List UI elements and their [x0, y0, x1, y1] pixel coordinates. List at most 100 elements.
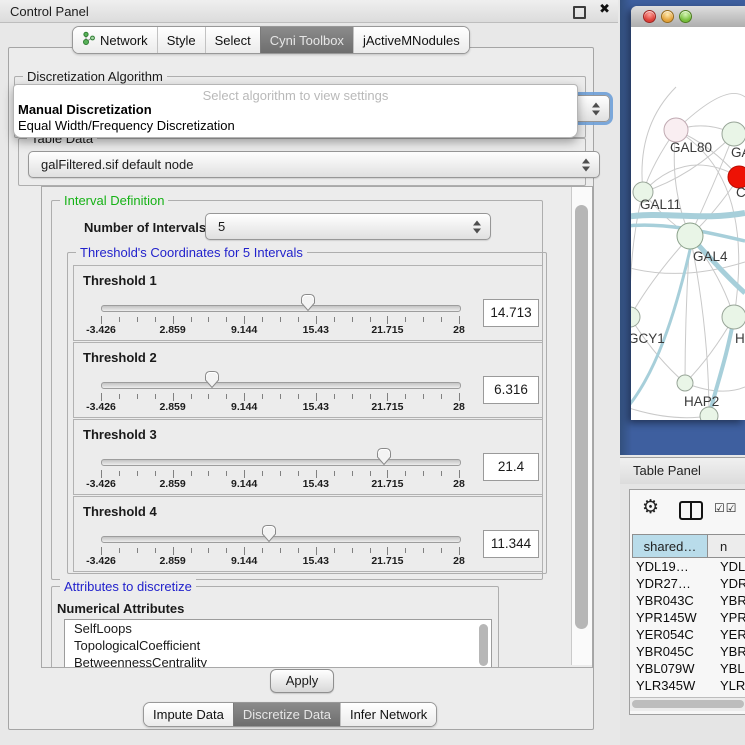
table-row[interactable]: YPR145WYPR1	[632, 609, 745, 626]
tab-discretize-data[interactable]: Discretize Data	[233, 703, 340, 726]
minimize-traffic-light[interactable]	[661, 10, 674, 23]
slider-tick	[441, 394, 442, 399]
numerical-attributes-list[interactable]: SelfLoopsTopologicalCoefficientBetweenne…	[64, 619, 492, 668]
slider-tick	[208, 317, 209, 322]
threshold-label: Threshold 2	[83, 350, 157, 365]
network-node[interactable]	[677, 375, 693, 391]
tab-select[interactable]: Select	[205, 27, 260, 53]
slider-tick	[280, 471, 281, 476]
slider-tick	[226, 394, 227, 399]
network-view-window: GAL80GACGAL11GAL4GCY1HHAP2	[631, 6, 745, 420]
table-panel-body: ⚙ ☑☑ shared…n YDL19…YDL1YDR27…YDR2YBR043…	[620, 484, 745, 745]
vertical-scrollbar-thumb[interactable]	[575, 205, 588, 629]
slider-tick	[191, 317, 192, 322]
threshold-value-field[interactable]: 11.344	[483, 530, 539, 558]
slider-thumb[interactable]	[376, 447, 392, 469]
slider-tick	[244, 470, 245, 478]
table-row[interactable]: YDL19…YDL1	[632, 558, 745, 575]
select-columns-icon[interactable]: ☑☑	[714, 501, 738, 515]
slider-tick	[101, 393, 102, 401]
table-row[interactable]: YLR345WYLR3	[632, 677, 745, 694]
list-scrollbar-thumb[interactable]	[479, 624, 488, 666]
network-node[interactable]	[722, 122, 745, 146]
table-cell: YLR345W	[632, 677, 708, 694]
slider-tick	[298, 471, 299, 476]
table-cell: YBL0	[708, 660, 745, 677]
tab-infer-network[interactable]: Infer Network	[340, 703, 436, 726]
control-panel-tabs: NetworkStyleSelectCyni Toolbox jActiveMNo…	[72, 26, 470, 54]
slider-tick	[155, 471, 156, 476]
slider-track[interactable]	[101, 382, 461, 389]
slider-thumb[interactable]	[300, 293, 316, 315]
attribute-item-selfloops[interactable]: SelfLoops	[65, 620, 491, 637]
tab-network[interactable]: Network	[73, 27, 157, 53]
slider-track[interactable]	[101, 536, 461, 543]
network-node[interactable]	[677, 223, 703, 249]
zoom-traffic-light[interactable]	[679, 10, 692, 23]
slider-tick	[423, 471, 424, 476]
network-graph[interactable]: GAL80GACGAL11GAL4GCY1HHAP2	[631, 27, 745, 420]
network-window-titlebar[interactable]	[631, 6, 745, 28]
slider-tick	[155, 394, 156, 399]
screenshot-root: Control Panel ✖ NetworkStyleSelectCyni T…	[0, 0, 745, 745]
slider-tick	[334, 394, 335, 399]
network-node[interactable]	[722, 305, 745, 329]
threshold-value-field[interactable]: 21.4	[483, 453, 539, 481]
gear-icon[interactable]: ⚙	[642, 496, 659, 518]
slider-track[interactable]	[101, 459, 461, 466]
close-traffic-light[interactable]	[643, 10, 656, 23]
tab-cyni-toolbox[interactable]: Cyni Toolbox	[260, 27, 353, 53]
slider-tick-label: 15.43	[303, 478, 329, 490]
split-columns-icon[interactable]	[679, 501, 703, 520]
close-icon[interactable]: ✖	[599, 2, 610, 17]
network-canvas[interactable]: GAL80GACGAL11GAL4GCY1HHAP2	[631, 27, 745, 420]
threshold-value-field[interactable]: 6.316	[483, 376, 539, 404]
attribute-item-topologicalcoefficient[interactable]: TopologicalCoefficient	[65, 637, 491, 654]
tab-jactivemnodules[interactable]: jActiveMNodules	[353, 27, 469, 53]
slider-tick	[459, 393, 460, 401]
horizontal-scrollbar-thumb[interactable]	[632, 700, 744, 708]
table-row[interactable]: YER054CYER0	[632, 626, 745, 643]
slider-tick	[441, 548, 442, 553]
column-header-1[interactable]: shared…	[632, 534, 708, 558]
number-of-intervals-combobox[interactable]: 5	[205, 213, 491, 240]
algorithm-option-manual-discretization[interactable]: Manual Discretization	[18, 102, 152, 117]
threshold-value-field[interactable]: 14.713	[483, 299, 539, 327]
table-header-row: shared…n	[632, 534, 745, 558]
tab-label: jActiveMNodules	[363, 33, 460, 48]
slider-thumb[interactable]	[204, 370, 220, 392]
slider-thumb[interactable]	[261, 524, 277, 546]
settings-scroll-area: Interval Definition Number of Intervals …	[41, 186, 593, 668]
slider-tick	[387, 470, 388, 478]
slider-tick	[101, 316, 102, 324]
table-row[interactable]: YBR043CYBR0	[632, 592, 745, 609]
column-header-2[interactable]: n	[708, 534, 745, 558]
slider-tick	[208, 394, 209, 399]
table-row[interactable]: YBL079WYBL0	[632, 660, 745, 677]
slider-tick	[191, 394, 192, 399]
horizontal-scrollbar[interactable]	[630, 697, 745, 711]
network-node[interactable]	[664, 118, 688, 142]
slider-tick	[298, 548, 299, 553]
table-cell: YDL19…	[632, 558, 708, 575]
network-node[interactable]	[631, 307, 640, 327]
slider-track[interactable]	[101, 305, 461, 312]
table-cell: YBL079W	[632, 660, 708, 677]
table-data-combobox[interactable]: galFiltered.sif default node	[28, 151, 600, 178]
tab-style[interactable]: Style	[157, 27, 205, 53]
combo-arrows-icon	[473, 220, 481, 233]
thresholds-group: Threshold's Coordinates for 5 Intervals …	[67, 252, 547, 574]
float-window-icon[interactable]	[573, 6, 586, 19]
attribute-item-betweennesscentrality[interactable]: BetweennessCentrality	[65, 654, 491, 668]
node-label-gcy1: GCY1	[631, 331, 665, 346]
slider-tick	[334, 471, 335, 476]
slider-tick-label: 2.859	[159, 555, 185, 567]
algorithm-option-equal-width-frequency-discretization[interactable]: Equal Width/Frequency Discretization	[18, 118, 235, 133]
table-row[interactable]: YDR27…YDR2	[632, 575, 745, 592]
tab-impute-data[interactable]: Impute Data	[144, 703, 233, 726]
slider-tick	[262, 548, 263, 553]
table-row[interactable]: YBR045CYBR0	[632, 643, 745, 660]
vertical-scrollbar[interactable]	[571, 187, 592, 665]
slider-tick	[119, 317, 120, 322]
apply-button[interactable]: Apply	[270, 669, 334, 693]
